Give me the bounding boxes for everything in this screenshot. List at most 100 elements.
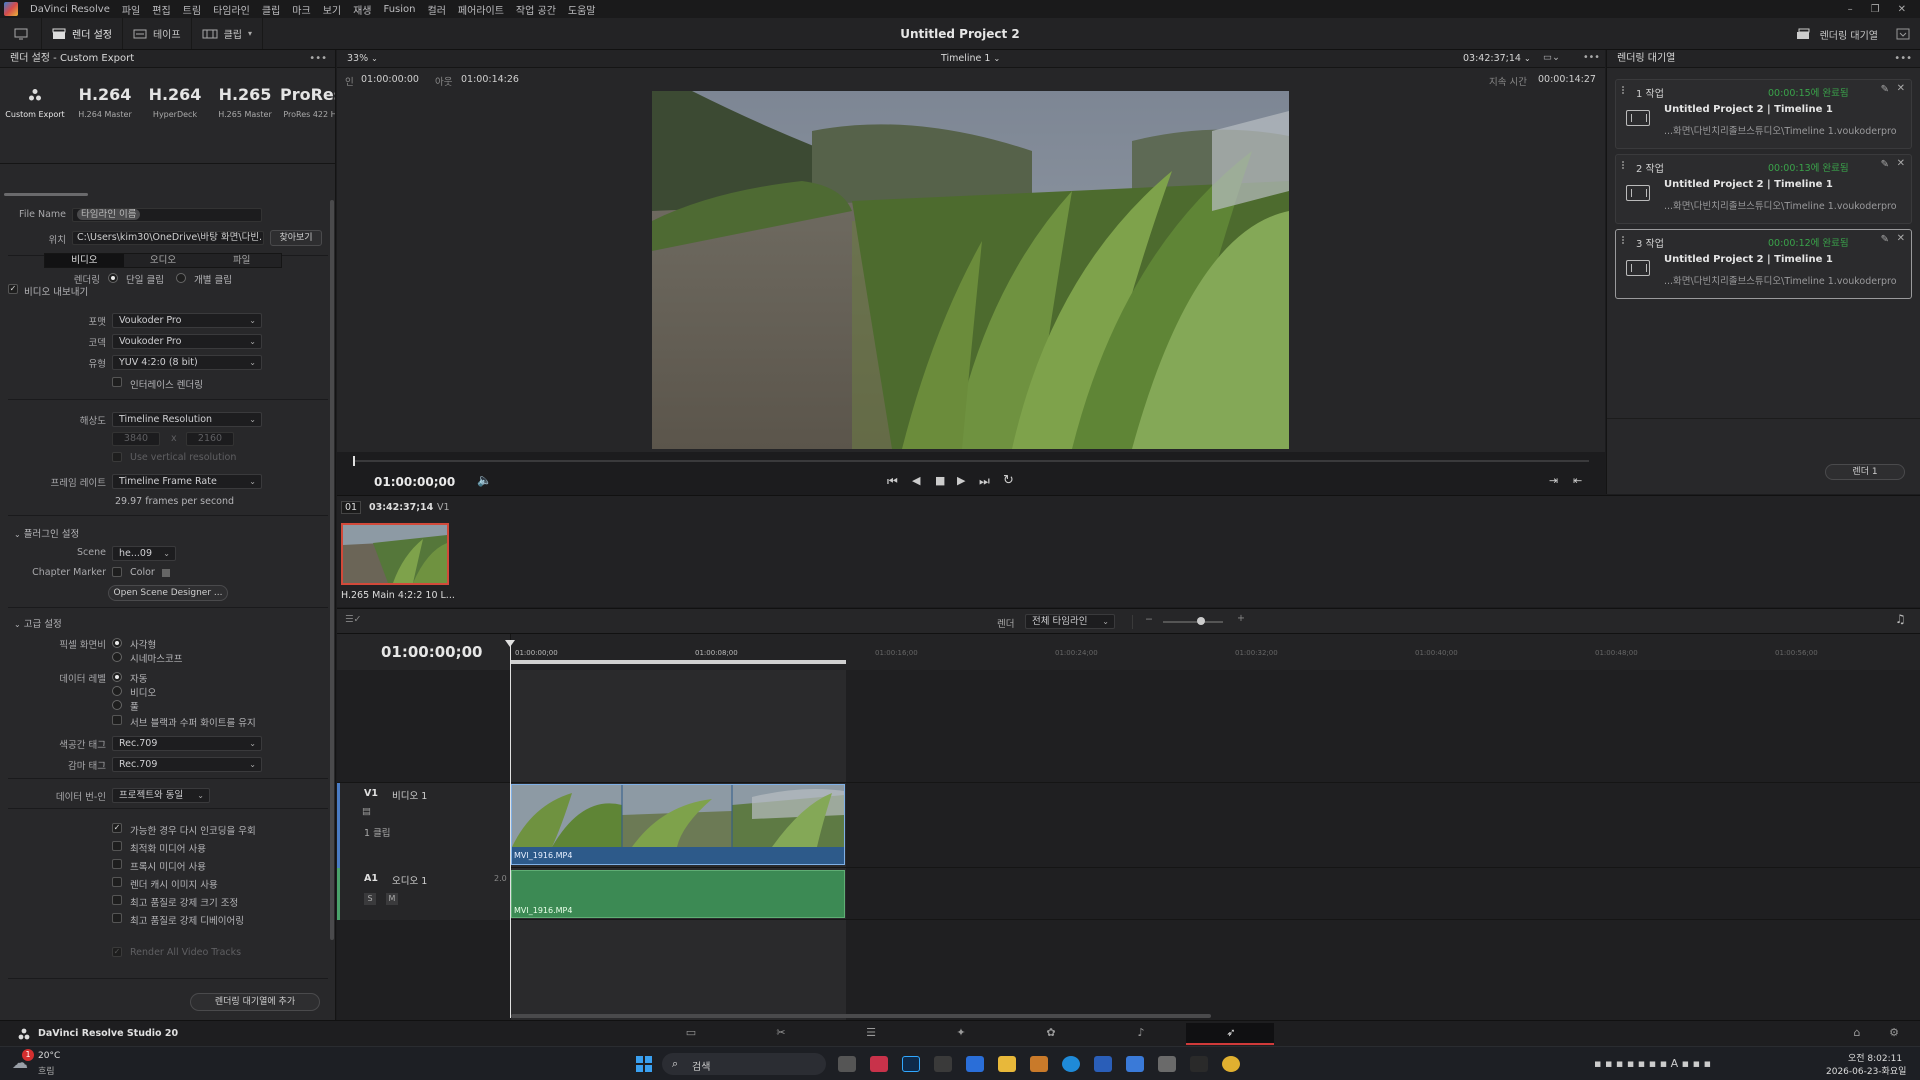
mail-icon[interactable] (1126, 1056, 1144, 1072)
go-to-end-icon[interactable]: ⏭ (979, 474, 990, 489)
add-to-render-queue-button[interactable]: 렌더링 대기열에 추가 (190, 993, 320, 1011)
windows-start-icon[interactable] (636, 1056, 652, 1072)
play-icon[interactable]: ▶ (957, 474, 965, 487)
audio-clip[interactable]: MVI_1916.MP4 (511, 870, 845, 918)
menu-mark[interactable]: 마크 (286, 2, 316, 17)
preset-custom-export[interactable]: Custom Export (0, 68, 70, 163)
preset-hyperdeck[interactable]: H.264 HyperDeck (140, 68, 210, 163)
clip-thumbnail[interactable] (341, 523, 449, 585)
marker-color-swatch[interactable] (162, 569, 170, 577)
tape-button[interactable]: 테이프 (123, 18, 192, 49)
burger-app-icon[interactable] (1030, 1056, 1048, 1072)
chapter-marker-checkbox[interactable] (112, 567, 122, 577)
menu-edit[interactable]: 편집 (146, 2, 176, 17)
viewer-mode-icon[interactable]: ▭⌄ (1543, 52, 1560, 63)
fairlight-page-icon[interactable]: ♪ (1131, 1026, 1151, 1042)
vscode-icon[interactable] (966, 1056, 984, 1072)
viewer-scrub-bar[interactable] (353, 460, 1589, 462)
video-level-radio[interactable] (112, 686, 122, 696)
menu-timeline[interactable]: 타임라인 (207, 2, 256, 17)
open-scene-designer-button[interactable]: Open Scene Designer ... (108, 585, 228, 601)
zoom-in-icon[interactable]: + (1237, 613, 1245, 624)
bypass-reencode-checkbox[interactable]: ✓ (112, 823, 122, 833)
prev-clip-icon[interactable]: ⇤ (1573, 474, 1582, 487)
loop-icon[interactable]: ↻ (1003, 473, 1014, 488)
video-frame[interactable] (652, 91, 1289, 449)
render-job[interactable]: 3 작업 00:00:12에 완료됨 ✎ ✕ Untitled Project … (1615, 229, 1912, 299)
viewer-timecode-select[interactable]: 03:42:37;14 ⌄ (1463, 53, 1531, 64)
davinci-taskbar-icon[interactable] (1190, 1056, 1208, 1072)
location-field[interactable]: C:\Users\kim30\OneDrive\바탕 화면\다빈... (72, 231, 264, 245)
timeline-h-scrollbar[interactable] (511, 1014, 1211, 1018)
preset-h264-master[interactable]: H.264 H.264 Master (70, 68, 140, 163)
clip-button[interactable]: 클립 ▾ (192, 18, 264, 49)
browse-button[interactable]: 찾아보기 (270, 230, 322, 246)
export-video-checkbox[interactable]: ✓ (8, 284, 18, 294)
tab-audio[interactable]: 오디오 (123, 254, 203, 267)
menu-help[interactable]: 도움말 (562, 2, 602, 17)
remove-job-icon[interactable]: ✕ (1897, 158, 1905, 169)
task-view-icon[interactable] (838, 1056, 856, 1072)
zoom-out-icon[interactable]: − (1145, 614, 1153, 625)
type-select[interactable]: YUV 4:2:0 (8 bit) ⌄ (112, 355, 262, 370)
edit-pencil-icon[interactable]: ✎ (1881, 159, 1889, 170)
video-clip[interactable]: MVI_1916.MP4 (511, 784, 845, 865)
use-render-cache-checkbox[interactable] (112, 877, 122, 887)
data-burnin-select[interactable]: 프로젝트와 동일 ⌄ (112, 788, 210, 803)
codec-select[interactable]: Voukoder Pro ⌄ (112, 334, 262, 349)
more-options-icon[interactable]: ••• (1894, 50, 1912, 68)
menu-view[interactable]: 보기 (317, 2, 347, 17)
single-clip-radio[interactable] (108, 273, 118, 283)
drag-handle-icon[interactable] (1622, 236, 1628, 244)
v1-track-header[interactable]: V1 비디오 1 ▤ 1 클립 (337, 783, 511, 868)
track-lock-icon[interactable]: ▤ (362, 806, 371, 817)
menu-color[interactable]: 컬러 (422, 2, 452, 17)
playhead-marker-icon[interactable] (505, 640, 515, 647)
menu-fusion[interactable]: Fusion (378, 4, 422, 15)
force-resize-checkbox[interactable] (112, 895, 122, 905)
timeline-playhead[interactable] (510, 640, 511, 1018)
format-select[interactable]: Voukoder Pro ⌄ (112, 313, 262, 328)
individual-clips-radio[interactable] (176, 273, 186, 283)
render-scope-select[interactable]: 전체 타임라인 ⌄ (1025, 614, 1115, 629)
interlace-checkbox[interactable] (112, 377, 122, 387)
scene-select[interactable]: he...09 ⌄ (112, 546, 176, 561)
volume-icon[interactable]: 🔈 (477, 473, 492, 487)
use-proxy-checkbox[interactable] (112, 859, 122, 869)
square-radio[interactable] (112, 638, 122, 648)
taskbar-search-box[interactable]: ⌕ 검색 (662, 1053, 826, 1075)
resolution-select[interactable]: Timeline Resolution ⌄ (112, 412, 262, 427)
render-settings-button[interactable]: 렌더 설정 (42, 18, 123, 49)
preset-h265-master[interactable]: H.265 H.265 Master (210, 68, 280, 163)
scrub-playhead[interactable] (353, 456, 355, 466)
menu-playback[interactable]: 재생 (347, 2, 377, 17)
go-to-start-icon[interactable]: ⏮ (887, 474, 898, 489)
solo-button[interactable]: S (364, 893, 376, 905)
zoom-slider[interactable] (1163, 621, 1223, 623)
edit-page-icon[interactable]: ☰ (861, 1026, 881, 1042)
frame-rate-select[interactable]: Timeline Frame Rate ⌄ (112, 474, 262, 489)
settings-scrollbar[interactable] (330, 200, 334, 940)
more-options-icon[interactable]: ••• (309, 50, 327, 68)
timeline-name-select[interactable]: Timeline 1 ⌄ (941, 53, 1000, 64)
edit-pencil-icon[interactable]: ✎ (1881, 84, 1889, 95)
timeline-options-icon[interactable]: ☰✓ (345, 614, 361, 625)
color-space-select[interactable]: Rec.709 ⌄ (112, 736, 262, 751)
remove-job-icon[interactable]: ✕ (1897, 233, 1905, 244)
full-level-radio[interactable] (112, 700, 122, 710)
force-debayer-checkbox[interactable] (112, 913, 122, 923)
auto-radio[interactable] (112, 672, 122, 682)
fusion-page-icon[interactable]: ✦ (951, 1026, 971, 1042)
gamma-select[interactable]: Rec.709 ⌄ (112, 757, 262, 772)
minimize-button[interactable]: – (1848, 4, 1853, 15)
tray-icons[interactable]: ▪ ▪ ▪ ▪ ▪ ▪ ▪ A ▪ ▪ ▪ (1594, 1057, 1711, 1070)
use-optimized-checkbox[interactable] (112, 841, 122, 851)
monitor-toggle-button[interactable] (0, 18, 42, 49)
cut-page-icon[interactable]: ✂ (771, 1026, 791, 1042)
more-options-icon[interactable]: ••• (1583, 52, 1600, 63)
store-icon[interactable] (1094, 1056, 1112, 1072)
plugin-settings-section[interactable]: ⌄ 플러그인 설정 (14, 526, 79, 540)
zoom-select[interactable]: 33% ⌄ (347, 53, 378, 64)
preset-scrollbar[interactable] (4, 193, 88, 196)
menu-fairlight[interactable]: 페어라이트 (452, 2, 510, 17)
